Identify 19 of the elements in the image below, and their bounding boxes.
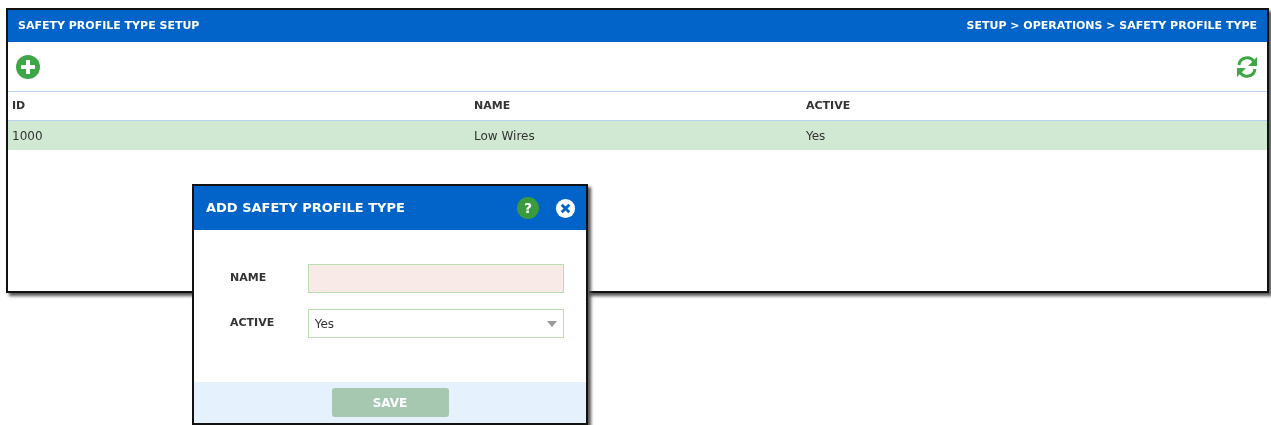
active-dropdown[interactable]: Yes (307, 309, 564, 338)
table-cell: 1000 (12, 128, 43, 143)
panel-title: SAFETY PROFILE TYPE SETUP (18, 17, 200, 34)
table-row[interactable]: 1000 Low Wires Yes (8, 121, 1267, 150)
column-header: ID (11, 97, 27, 114)
field-label: ACTIVE (230, 316, 275, 330)
close-icon[interactable] (555, 197, 576, 219)
breadcrumb: SETUP > OPERATIONS > SAFETY PROFILE TYPE (966, 17, 1257, 34)
column-header: ACTIVE (806, 97, 851, 114)
add-icon[interactable] (16, 54, 40, 79)
refresh-icon[interactable] (1235, 54, 1259, 79)
help-button[interactable]: ? (517, 197, 539, 219)
field-label: NAME (230, 271, 267, 285)
table-cell: Yes (806, 128, 826, 143)
dialog-title: ADD SAFETY PROFILE TYPE (206, 199, 406, 218)
caret-icon (547, 320, 557, 327)
column-header: NAME (474, 97, 512, 114)
table-cell: Low Wires (474, 128, 535, 143)
name-field[interactable] (307, 264, 564, 293)
